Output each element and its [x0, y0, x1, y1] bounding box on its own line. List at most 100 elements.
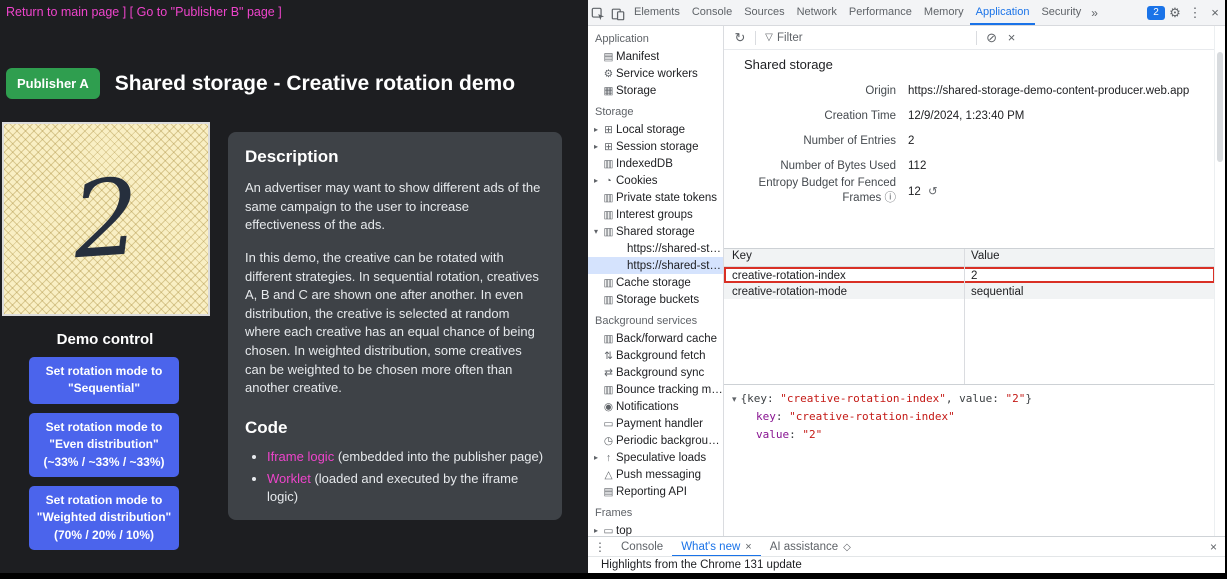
info-icon[interactable]: ⓘ: [881, 192, 896, 204]
drawer-tabs: Console What's new×AI assistance◇: [612, 537, 860, 557]
tab-elements[interactable]: Elements: [628, 0, 686, 25]
sidebar-item-label: Session storage: [616, 141, 698, 153]
tab-console[interactable]: Console: [686, 0, 738, 25]
page-header: Publisher A Shared storage - Creative ro…: [6, 68, 515, 99]
block-icon[interactable]: ⊘: [982, 30, 1002, 46]
sidebar-item-reporting-api[interactable]: ▤Reporting API: [588, 483, 723, 500]
rotation-mode-button-2[interactable]: Set rotation mode to"Even distribution"(…: [29, 413, 179, 477]
sidebar-item-background-sync[interactable]: ⇄Background sync: [588, 364, 723, 381]
table-row[interactable]: creative-rotation-index2: [724, 267, 1215, 283]
sidebar-item-shared-storage[interactable]: ▾▥Shared storage: [588, 223, 723, 240]
tab-network[interactable]: Network: [791, 0, 843, 25]
sidebar-item-periodic-backgroun[interactable]: ◷Periodic backgroun…: [588, 432, 723, 449]
drawer-tab-console[interactable]: Console: [612, 537, 672, 557]
close-drawer-icon[interactable]: ×: [1202, 540, 1225, 554]
drawer-tab-what-s-new[interactable]: What's new×: [672, 537, 761, 557]
preview-property: key: "creative-rotation-index": [732, 409, 1215, 424]
sidebar-item-label: Storage: [616, 85, 656, 97]
sidebar-item-session-storage[interactable]: ▸⊞Session storage: [588, 138, 723, 155]
panel-title: Shared storage: [724, 50, 1225, 72]
sidebar-item-storage[interactable]: ▦Storage: [588, 82, 723, 99]
button-line: (~33% / ~33% / ~33%): [33, 454, 175, 471]
refresh-icon[interactable]: ↻: [730, 30, 750, 46]
sidebar-item-top[interactable]: ▸▭top: [588, 522, 723, 537]
sidebar-item-label: Back/forward cache: [616, 333, 717, 345]
preview-property: value: "2": [732, 427, 1215, 442]
sidebar-item-push-messaging[interactable]: △Push messaging: [588, 466, 723, 483]
sidebar-item-back-forward-cache[interactable]: ▥Back/forward cache: [588, 330, 723, 347]
sidebar-item-cookies[interactable]: ▸◔Cookies: [588, 172, 723, 189]
sidebar-item-label: Push messaging: [616, 469, 701, 481]
code-link-worklet[interactable]: Worklet: [267, 471, 311, 486]
key-column-header[interactable]: Key: [724, 249, 964, 266]
filter-input[interactable]: Filter: [777, 32, 803, 44]
sidebar-item-background-fetch[interactable]: ⇅Background fetch: [588, 347, 723, 364]
sidebar-item-cache-storage[interactable]: ▥Cache storage: [588, 274, 723, 291]
button-line: "Even distribution": [33, 436, 175, 453]
tab-security[interactable]: Security: [1035, 0, 1087, 25]
button-line: (70% / 20% / 10%): [33, 527, 175, 544]
drawer-tab-label: Console: [621, 541, 663, 553]
expand-arrow-icon[interactable]: ▾: [732, 394, 737, 404]
drawer-kebab-icon[interactable]: ⋮: [588, 540, 612, 554]
demo-control-buttons: Set rotation mode to"Sequential" Set rota…: [29, 357, 179, 550]
table-icon: ⊞: [601, 141, 616, 153]
sidebar-item-local-storage[interactable]: ▸⊞Local storage: [588, 121, 723, 138]
sidebar-item-storage-buckets[interactable]: ▥Storage buckets: [588, 291, 723, 308]
more-tabs-chevron-icon[interactable]: »: [1087, 6, 1102, 20]
sidebar-item-https-shared-storage[interactable]: https://shared-storage…: [588, 240, 723, 257]
devtools-tabs: ElementsConsoleSourcesNetworkPerformance…: [628, 0, 1087, 25]
bell-icon: ◉: [601, 401, 616, 413]
toolbar-divider: [755, 31, 756, 45]
scrollbar-thumb[interactable]: [1217, 52, 1223, 162]
tab-application[interactable]: Application: [970, 0, 1036, 25]
database-icon: ▥: [601, 333, 616, 345]
sidebar-item-private-state-tokens[interactable]: ▥Private state tokens: [588, 189, 723, 206]
panel-toolbar: ↻ ▽ Filter ⊘ ×: [724, 26, 1225, 50]
publisher-b-link[interactable]: Go to "Publisher B" page: [137, 5, 275, 19]
sidebar-item-bounce-tracking-miti[interactable]: ▥Bounce tracking miti…: [588, 381, 723, 398]
sidebar-item-service-workers[interactable]: ⚙Service workers: [588, 65, 723, 82]
return-main-link[interactable]: Return to main page: [6, 5, 119, 19]
kebab-menu-icon[interactable]: ⋮: [1185, 0, 1205, 25]
sidebar-item-interest-groups[interactable]: ▥Interest groups: [588, 206, 723, 223]
close-devtools-icon[interactable]: ×: [1205, 0, 1225, 25]
page-title: Shared storage - Creative rotation demo: [115, 72, 515, 96]
sidebar-item-indexeddb[interactable]: ▥IndexedDB: [588, 155, 723, 172]
device-toolbar-icon[interactable]: [608, 0, 628, 25]
sidebar-item-label: Notifications: [616, 401, 679, 413]
sidebar-item-https-shared-storage[interactable]: https://shared-storage…: [588, 257, 723, 274]
value-column-header[interactable]: Value: [964, 249, 1215, 266]
tab-memory[interactable]: Memory: [918, 0, 970, 25]
token: , value:: [946, 392, 1006, 405]
issues-badge[interactable]: 2: [1147, 6, 1165, 20]
sidebar-item-label: https://shared-storage…: [627, 243, 723, 255]
sidebar-item-payment-handler[interactable]: ▭Payment handler: [588, 415, 723, 432]
chevron-right-icon: ▸: [591, 526, 601, 535]
clear-icon[interactable]: ×: [1002, 30, 1022, 45]
tab-sources[interactable]: Sources: [738, 0, 790, 25]
column-divider: [964, 249, 965, 384]
panel-scrollbar[interactable]: [1214, 26, 1225, 537]
rotation-mode-button-3[interactable]: Set rotation mode to"Weighted distributi…: [29, 486, 179, 550]
drawer-tab-ai-assistance[interactable]: AI assistance◇: [761, 537, 860, 557]
inspect-icon[interactable]: [588, 0, 608, 25]
sidebar-item-label: Cookies: [616, 175, 658, 187]
rotation-mode-button-1[interactable]: Set rotation mode to"Sequential": [29, 357, 179, 404]
settings-gear-icon[interactable]: ⚙: [1165, 0, 1185, 25]
filter-funnel-icon[interactable]: ▽: [761, 32, 777, 43]
sidebar-section-background-services: Background services: [588, 308, 723, 330]
reset-budget-icon[interactable]: ↺: [925, 186, 938, 198]
document-icon: ▤: [601, 486, 616, 498]
code-link-iframe-logic[interactable]: Iframe logic: [267, 449, 334, 464]
sidebar-item-notifications[interactable]: ◉Notifications: [588, 398, 723, 415]
code-list-item: Iframe logic (embedded into the publishe…: [267, 448, 545, 467]
close-tab-icon[interactable]: ×: [745, 541, 751, 553]
metadata-fields: Originhttps://shared-storage-demo-conten…: [724, 78, 1225, 203]
field-row: Number of Bytes Used112: [724, 153, 1225, 178]
sidebar-item-label: Storage buckets: [616, 294, 699, 306]
sidebar-item-manifest[interactable]: ▤Manifest: [588, 48, 723, 65]
sidebar-item-speculative-loads[interactable]: ▸↑Speculative loads: [588, 449, 723, 466]
table-row[interactable]: creative-rotation-modesequential: [724, 283, 1215, 299]
tab-performance[interactable]: Performance: [843, 0, 918, 25]
